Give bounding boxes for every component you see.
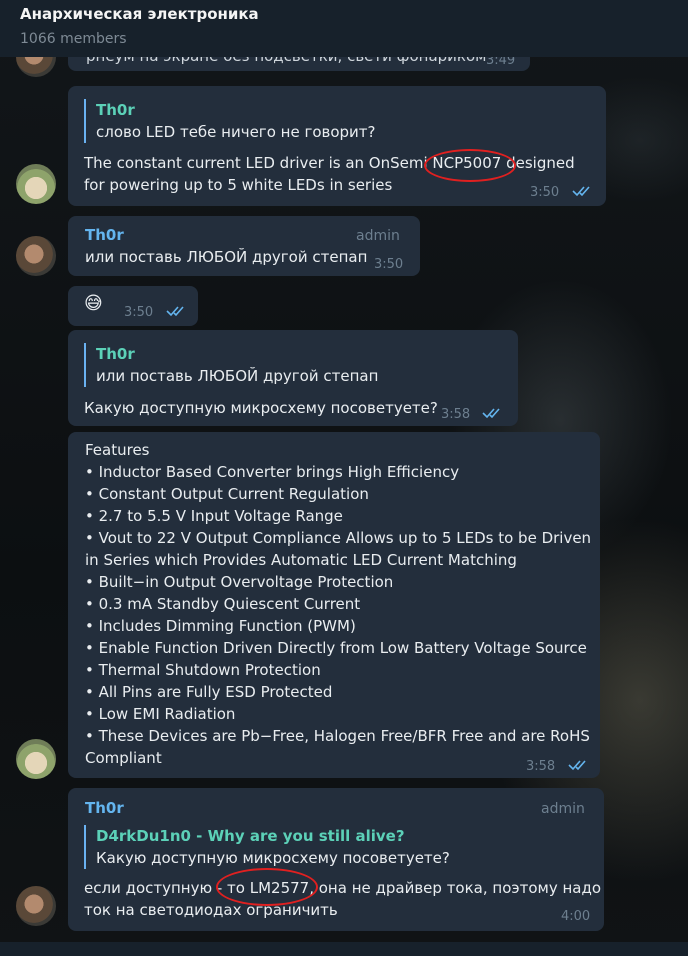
message-bubble[interactable]: 😅 3:50: [68, 286, 198, 326]
member-count: 1066 members: [20, 31, 127, 47]
avatar[interactable]: [16, 886, 56, 926]
feature-line: in Series which Provides Automatic LED C…: [85, 551, 517, 569]
double-check-icon: [482, 408, 500, 419]
sender-name[interactable]: Th0r: [85, 797, 124, 819]
feature-line: • 2.7 to 5.5 V Input Voltage Range: [85, 507, 343, 525]
message-composer[interactable]: [0, 942, 688, 956]
quote-text: слово LED тебе ничего не говорит?: [96, 123, 376, 141]
message-text: Какую доступную микросхему посоветуете?: [84, 399, 438, 417]
message-text: Features • Inductor Based Converter bring…: [85, 439, 597, 769]
admin-badge: admin: [541, 801, 585, 817]
feature-line: • These Devices are Pb−Free, Halogen Fre…: [85, 727, 590, 745]
admin-badge: admin: [356, 228, 400, 244]
red-circle-annotation: [424, 149, 516, 182]
red-circle-annotation: [216, 868, 318, 906]
reply-quote[interactable]: Th0r или поставь ЛЮБОЙ другой степап: [84, 343, 378, 387]
emoji: 😅: [84, 293, 103, 314]
message-bubble[interactable]: Features • Inductor Based Converter bring…: [68, 432, 600, 778]
feature-line: • Vout to 22 V Output Compliance Allows …: [85, 529, 592, 547]
feature-line: • Enable Function Driven Directly from L…: [85, 639, 587, 657]
sender-name[interactable]: Th0r: [85, 224, 124, 246]
message-bubble[interactable]: Th0r слово LED тебе ничего не говорит? T…: [68, 86, 606, 206]
quote-text: Какую доступную микросхему посоветуете?: [96, 849, 450, 867]
avatar[interactable]: [16, 739, 56, 779]
message-text-line: for powering up to 5 white LEDs in serie…: [84, 176, 393, 194]
feature-line: • All Pins are Fully ESD Protected: [85, 683, 333, 701]
message-text-line: если доступную - то LM2577, она не драйв…: [84, 879, 602, 897]
reply-quote[interactable]: D4rkDu1n0 - Why are you still alive? Как…: [84, 825, 450, 869]
message-bubble[interactable]: Th0r admin или поставь ЛЮБОЙ другой степ…: [68, 216, 420, 276]
feature-line: Compliant: [85, 749, 162, 767]
feature-line: • Built−in Output Overvoltage Protection: [85, 573, 394, 591]
chat-header[interactable]: Анархическая электроника 1066 members: [0, 0, 688, 57]
message-text-line: ток на светодиодах ограничить: [84, 901, 338, 919]
message-time: 4:00: [561, 909, 591, 924]
feature-line: • Thermal Shutdown Protection: [85, 661, 321, 679]
feature-line: • Constant Output Current Regulation: [85, 485, 369, 503]
quote-text: или поставь ЛЮБОЙ другой степап: [96, 367, 379, 385]
avatar[interactable]: [16, 236, 56, 276]
feature-line: Features: [85, 441, 150, 459]
quote-author: Th0r: [96, 101, 135, 119]
message-text: или поставь ЛЮБОЙ другой степап: [85, 248, 368, 266]
message-bubble[interactable]: Th0r admin D4rkDu1n0 - Why are you still…: [68, 788, 604, 931]
message-time: 3:50: [124, 305, 154, 320]
message-time: 3:58: [441, 407, 471, 422]
feature-line: • Low EMI Radiation: [85, 705, 236, 723]
message-time: 3:50: [530, 185, 560, 200]
double-check-icon: [572, 186, 590, 197]
chat-title: Анархическая электроника: [20, 5, 259, 23]
double-check-icon: [568, 760, 586, 771]
quote-author: Th0r: [96, 345, 135, 363]
message-time: 3:58: [526, 759, 556, 774]
message-bubble[interactable]: Th0r или поставь ЛЮБОЙ другой степап Как…: [68, 330, 518, 426]
feature-line: • Includes Dimming Function (PWM): [85, 617, 356, 635]
avatar[interactable]: [16, 164, 56, 204]
quote-author: D4rkDu1n0 - Why are you still alive?: [96, 827, 405, 845]
feature-line: • Inductor Based Converter brings High E…: [85, 463, 460, 481]
message-time: 3:50: [374, 257, 404, 272]
double-check-icon: [166, 306, 184, 317]
reply-quote[interactable]: Th0r слово LED тебе ничего не говорит?: [84, 99, 376, 143]
feature-line: • 0.3 mA Standby Quiescent Current: [85, 595, 361, 613]
